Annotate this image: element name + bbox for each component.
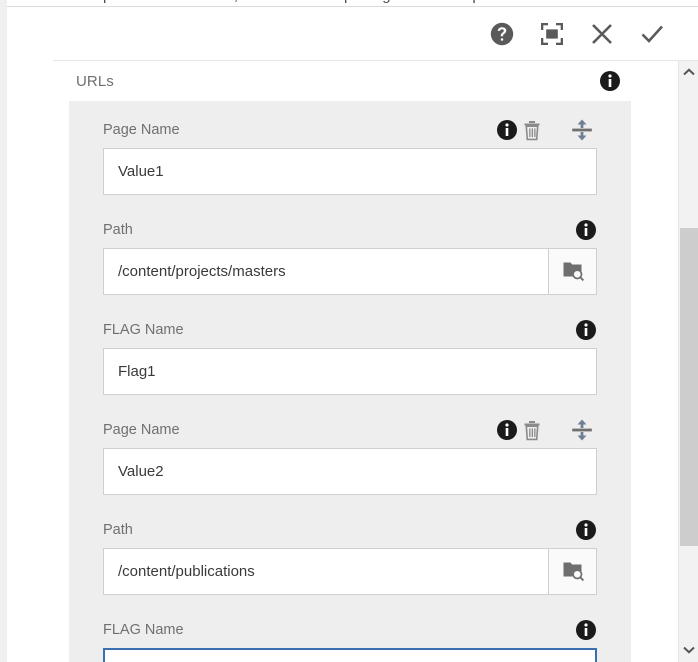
- flag-name-label-row-1: FLAG Name: [103, 317, 597, 343]
- page-name-label-row-2: Page Name: [103, 417, 597, 443]
- chevron-up-icon: [683, 64, 695, 82]
- page-name-label: Page Name: [103, 122, 180, 138]
- path-info-icon-1[interactable]: [575, 219, 597, 241]
- dialog-scroll-area[interactable]: URLs Page Name: [14, 61, 685, 662]
- scrollbar-thumb[interactable]: [680, 228, 698, 546]
- section-title: URLs: [76, 73, 114, 90]
- fullscreen-icon: [539, 21, 565, 47]
- top-divider: [7, 6, 698, 7]
- fullscreen-button[interactable]: [527, 9, 577, 59]
- path-label-row-1: Path: [103, 217, 597, 243]
- scroll-down-button[interactable]: [679, 640, 698, 660]
- page-name-label: Page Name: [103, 422, 180, 438]
- flag-name-label: FLAG Name: [103, 322, 184, 338]
- path-label: Path: [103, 222, 133, 238]
- close-button[interactable]: [577, 9, 627, 59]
- folder-search-icon: [561, 258, 585, 285]
- page-name-field-1: Page Name: [103, 117, 597, 195]
- urls-multifield-container: Page Name: [69, 101, 631, 662]
- folder-search-icon: [561, 558, 585, 585]
- flag-name-info-icon-2[interactable]: [575, 619, 597, 641]
- item-actions-1: [496, 117, 597, 143]
- chevron-down-icon: [683, 641, 695, 659]
- delete-item-icon-2[interactable]: [519, 417, 545, 443]
- url-item-1: Page Name: [69, 117, 631, 395]
- dialog-toolbar: [14, 7, 698, 61]
- urls-section-header: URLs: [69, 61, 631, 101]
- path-input-2[interactable]: [104, 549, 548, 594]
- toolbar-divider: [53, 60, 698, 61]
- page-name-info-icon-2[interactable]: [496, 419, 518, 441]
- flag-name-label-row-2: FLAG Name: [103, 617, 597, 643]
- dialog-window: Lorem ipsum dolor sit amet, consectetur …: [0, 0, 698, 662]
- flag-name-field-2: FLAG Name: [103, 617, 597, 662]
- vertical-scrollbar[interactable]: [678, 61, 698, 662]
- path-input-1[interactable]: [104, 249, 548, 294]
- close-x-icon: [587, 19, 617, 49]
- url-item-2: Page Name: [69, 417, 631, 662]
- flag-name-info-icon-1[interactable]: [575, 319, 597, 341]
- path-field-2: Path: [103, 517, 597, 595]
- page-name-label-row-1: Page Name: [103, 117, 597, 143]
- path-input-group-1: [103, 248, 597, 295]
- path-browse-button-1[interactable]: [548, 249, 596, 294]
- path-label-row-2: Path: [103, 517, 597, 543]
- path-field-1: Path: [103, 217, 597, 295]
- check-icon: [637, 19, 667, 49]
- clipped-top-text: Lorem ipsum dolor sit amet, consectetur …: [53, 0, 566, 4]
- item-actions-2: [496, 417, 597, 443]
- delete-item-icon-1[interactable]: [519, 117, 545, 143]
- reorder-drag-handle-2[interactable]: [567, 417, 597, 443]
- flag-name-field-1: FLAG Name: [103, 317, 597, 395]
- confirm-button[interactable]: [627, 9, 677, 59]
- section-info-icon[interactable]: [599, 70, 621, 92]
- path-input-group-2: [103, 548, 597, 595]
- reorder-drag-handle-1[interactable]: [567, 117, 597, 143]
- flag-name-input-2[interactable]: [103, 648, 597, 662]
- flag-name-label: FLAG Name: [103, 622, 184, 638]
- page-name-input-2[interactable]: [103, 448, 597, 495]
- page-name-input-1[interactable]: [103, 148, 597, 195]
- page-name-info-icon-1[interactable]: [496, 119, 518, 141]
- scroll-up-button[interactable]: [679, 63, 698, 83]
- path-label: Path: [103, 522, 133, 538]
- urls-section: URLs Page Name: [69, 61, 631, 662]
- path-browse-button-2[interactable]: [548, 549, 596, 594]
- page-name-field-2: Page Name: [103, 417, 597, 495]
- flag-name-input-1[interactable]: [103, 348, 597, 395]
- path-info-icon-2[interactable]: [575, 519, 597, 541]
- help-button[interactable]: [477, 9, 527, 59]
- help-circle-icon: [489, 21, 515, 47]
